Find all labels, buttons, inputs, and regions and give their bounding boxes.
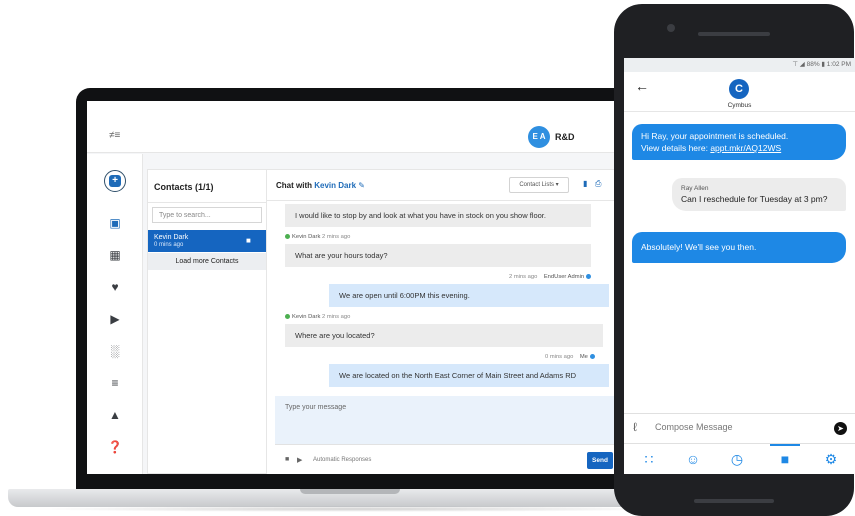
nav-users-icon[interactable]: ▲ bbox=[87, 408, 143, 422]
camera-icon[interactable]: ■ bbox=[285, 456, 289, 463]
contact-name: Kevin Dark bbox=[154, 234, 189, 241]
chat-message: We are located on the North East Corner … bbox=[329, 364, 609, 387]
back-arrow-icon[interactable]: ← bbox=[635, 78, 649, 94]
phone-composer: ℓ Compose Message ➤ bbox=[624, 413, 855, 443]
laptop-notch bbox=[300, 489, 400, 494]
message-sender: Me bbox=[579, 354, 588, 361]
message-composer[interactable]: Type your message ■ ▶ Automatic Response… bbox=[275, 396, 615, 474]
chat-contact-name[interactable]: Kevin Dark bbox=[314, 181, 356, 190]
message-sender: EndUser Admin bbox=[543, 274, 585, 281]
messages-chat-icon[interactable]: ■ bbox=[770, 444, 800, 470]
laptop-shadow bbox=[30, 506, 680, 512]
brand-logo: C bbox=[729, 79, 749, 99]
chat-message: Where are you located? bbox=[285, 324, 603, 347]
appointment-link[interactable]: appt.mkr/AQ12WS bbox=[710, 143, 781, 153]
brand-name: Cymbus bbox=[727, 102, 752, 109]
video-icon[interactable]: ▶ bbox=[297, 456, 302, 464]
message-meta: 2 mins ago EndUser Admin bbox=[509, 274, 593, 280]
load-more-contacts-button[interactable]: Load more Contacts bbox=[148, 253, 266, 270]
camera-icon: ■ bbox=[246, 236, 251, 245]
message-text: Can I reschedule for Tuesday at 3 pm? bbox=[681, 194, 828, 204]
divider bbox=[148, 202, 266, 203]
nav-settings-icon[interactable]: ≡ bbox=[87, 376, 143, 390]
compose-placeholder[interactable]: Type your message bbox=[285, 404, 346, 411]
message-time: 2 mins ago bbox=[321, 314, 351, 321]
message-time: 0 mins ago bbox=[545, 354, 574, 361]
phone-home-bar bbox=[694, 499, 774, 503]
user-avatar[interactable]: E A bbox=[528, 126, 550, 148]
laptop-base bbox=[8, 489, 698, 507]
contacts-title: Contacts (1/1) bbox=[154, 182, 214, 192]
contact-time: 0 mins ago bbox=[154, 242, 184, 248]
phone-message: Hi Ray, your appointment is scheduled. V… bbox=[632, 124, 846, 160]
chat-message: I would like to stop by and look at what… bbox=[285, 204, 591, 227]
phone-app-bar: ← C Cymbus bbox=[624, 72, 855, 112]
phone-message: Absolutely! We'll see you then. bbox=[632, 232, 846, 263]
plus-icon: + bbox=[109, 175, 121, 187]
phone-screen: ⊤ ◢ 88% ▮ 1:02 PM ← C Cymbus Hi Ray, you… bbox=[624, 58, 855, 474]
message-sender: Kevin Dark bbox=[292, 234, 321, 241]
message-time: 2 mins ago bbox=[321, 234, 351, 241]
agent-dot-icon bbox=[589, 354, 595, 359]
contact-list-item[interactable]: Kevin Dark 0 mins ago ■ bbox=[148, 230, 266, 252]
compose-message-input[interactable]: Compose Message bbox=[655, 422, 733, 432]
laptop-screen: ≠≡ E A R&D + ▣ ▦ ♥ ▶ ░ ≡ ▲ ❓ Contacts (1… bbox=[87, 101, 663, 474]
agent-dot-icon bbox=[585, 274, 591, 279]
online-dot-icon bbox=[285, 314, 290, 319]
nav-broadcast-icon[interactable]: ▶ bbox=[87, 312, 143, 326]
message-sender: Ray Allen bbox=[681, 185, 709, 192]
send-arrow-icon[interactable]: ➤ bbox=[834, 422, 847, 435]
nav-messages-icon[interactable]: ▣ bbox=[87, 216, 143, 230]
history-clock-icon[interactable]: ◷ bbox=[722, 448, 752, 470]
compose-toolbar: ■ ▶ Automatic Responses Send bbox=[275, 444, 615, 474]
trash-icon[interactable]: ▮ bbox=[583, 179, 587, 188]
send-button[interactable]: Send bbox=[587, 452, 613, 469]
nav-contacts-icon[interactable]: ▦ bbox=[87, 248, 143, 262]
automatic-responses-link[interactable]: Automatic Responses bbox=[313, 457, 371, 463]
message-time: 2 mins ago bbox=[509, 274, 538, 281]
chat-header: Chat with Kevin Dark ✎ Contact Lists ▾ ▮… bbox=[267, 170, 663, 201]
phone-tab-bar: ∷ ☺ ◷ ■ ⚙ bbox=[624, 443, 855, 474]
online-dot-icon bbox=[285, 234, 290, 239]
phone-message: Ray Allen Can I reschedule for Tuesday a… bbox=[672, 178, 846, 211]
print-icon[interactable]: ⎙ bbox=[595, 179, 601, 189]
org-name[interactable]: R&D bbox=[555, 132, 575, 142]
left-nav: + ▣ ▦ ♥ ▶ ░ ≡ ▲ ❓ bbox=[87, 154, 143, 474]
message-meta: Kevin Dark 2 mins ago bbox=[285, 314, 350, 320]
message-meta: Kevin Dark 2 mins ago bbox=[285, 234, 350, 240]
app-topbar: ≠≡ E A R&D bbox=[87, 101, 663, 153]
paperclip-icon[interactable]: ℓ bbox=[633, 420, 637, 434]
message-sender: Kevin Dark bbox=[292, 314, 321, 321]
new-message-button[interactable]: + bbox=[104, 170, 126, 192]
nav-reports-icon[interactable]: ░ bbox=[87, 344, 143, 358]
nav-campaigns-icon[interactable]: ♥ bbox=[87, 280, 143, 294]
keypad-icon[interactable]: ∷ bbox=[634, 448, 664, 470]
status-bar: ⊤ ◢ 88% ▮ 1:02 PM bbox=[624, 58, 855, 72]
phone-camera bbox=[667, 24, 675, 32]
edit-icon[interactable]: ✎ bbox=[358, 181, 365, 190]
settings-gear-icon[interactable]: ⚙ bbox=[816, 448, 846, 470]
message-text: View details here: bbox=[641, 143, 711, 153]
contacts-panel: Contacts (1/1) Kevin Dark 0 mins ago ■ L… bbox=[147, 169, 267, 474]
menu-toggle-icon[interactable]: ≠≡ bbox=[109, 131, 120, 141]
contacts-person-icon[interactable]: ☺ bbox=[678, 448, 708, 470]
chat-title-prefix: Chat with bbox=[276, 181, 312, 190]
chat-panel: Chat with Kevin Dark ✎ Contact Lists ▾ ▮… bbox=[267, 169, 663, 474]
chat-message: What are your hours today? bbox=[285, 244, 591, 267]
contact-lists-dropdown[interactable]: Contact Lists ▾ bbox=[509, 177, 569, 193]
message-text: Hi Ray, your appointment is scheduled. bbox=[641, 131, 789, 141]
chat-title: Chat with Kevin Dark ✎ bbox=[276, 181, 365, 190]
chat-message: We are open until 6:00PM this evening. bbox=[329, 284, 609, 307]
phone-speaker bbox=[698, 32, 770, 36]
product-showcase: ≠≡ E A R&D + ▣ ▦ ♥ ▶ ░ ≡ ▲ ❓ Contacts (1… bbox=[0, 0, 855, 516]
nav-help-icon[interactable]: ❓ bbox=[87, 440, 143, 454]
contacts-search-input[interactable] bbox=[152, 207, 262, 223]
message-meta: 0 mins ago Me bbox=[545, 354, 597, 360]
